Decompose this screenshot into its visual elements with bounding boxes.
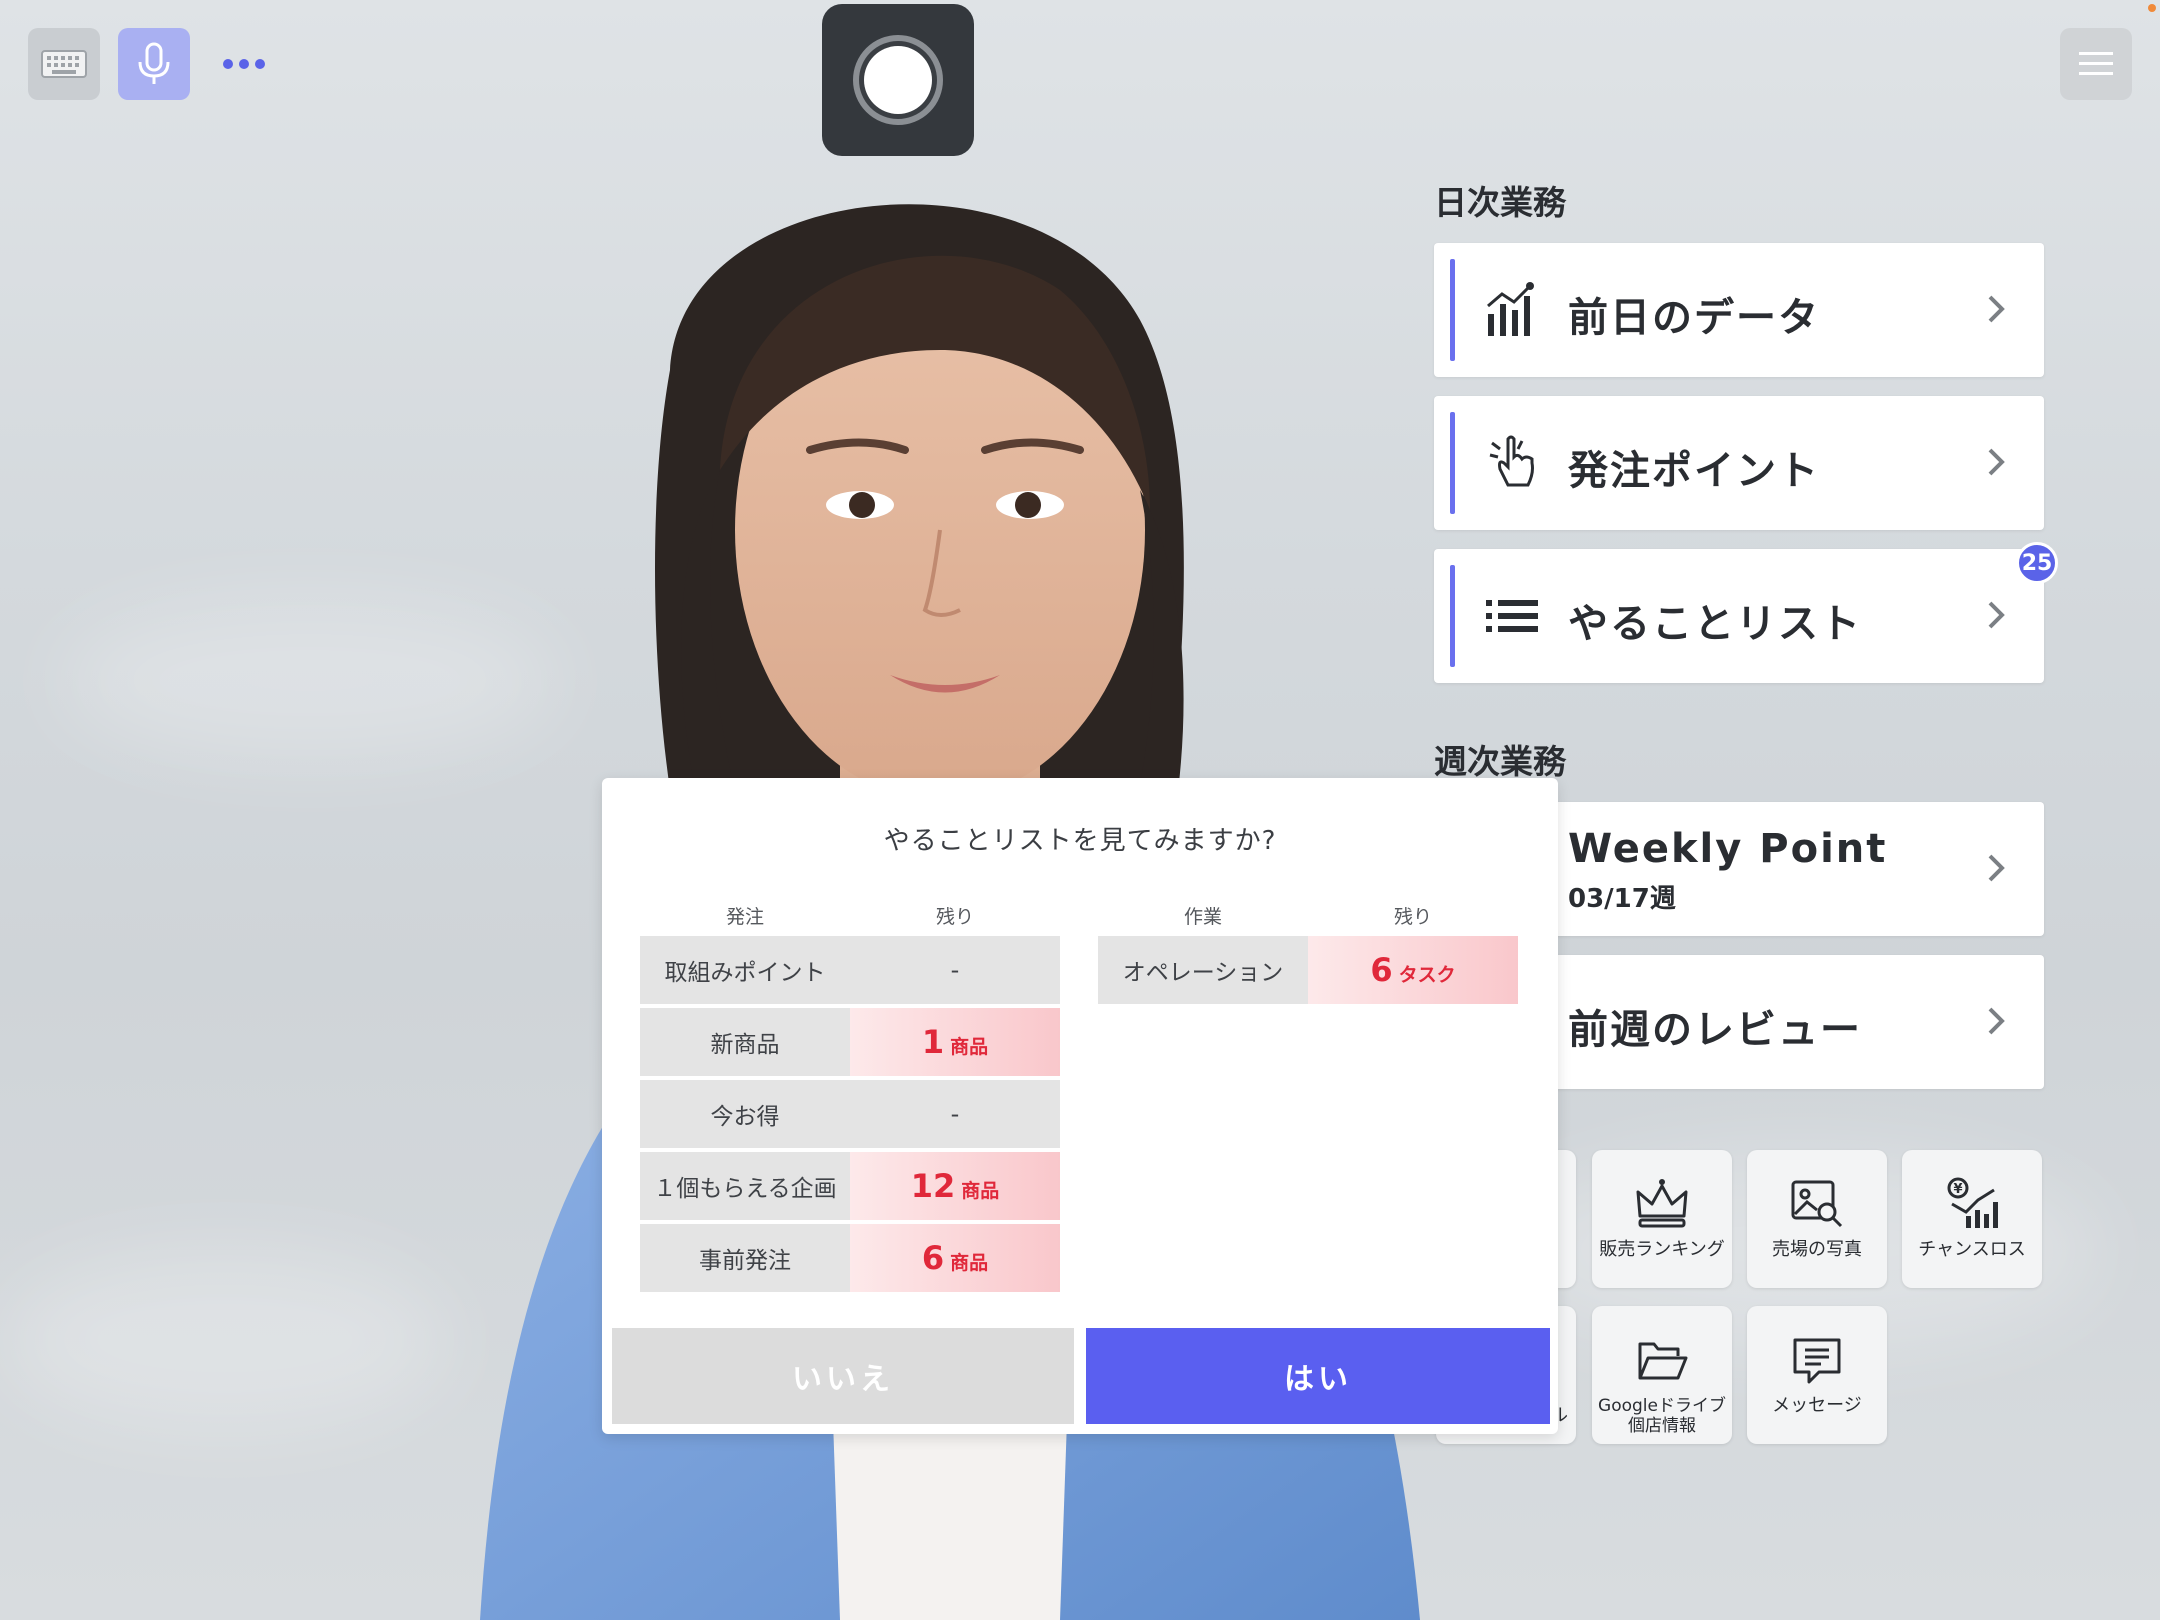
- card-previous-day-data[interactable]: 前日のデータ: [1434, 243, 2044, 377]
- tile-store-photos[interactable]: 売場の写真: [1747, 1150, 1887, 1288]
- notification-dot: [2148, 4, 2156, 12]
- tile-label: チャンスロス: [1918, 1239, 2026, 1260]
- tile-google-drive-store-info[interactable]: Googleドライブ 個店情報: [1592, 1306, 1732, 1444]
- card-label: 前日のデータ: [1568, 295, 1820, 341]
- keyboard-button[interactable]: [28, 28, 100, 100]
- chevron-right-icon: [1988, 448, 2005, 476]
- bar-chart-icon: [1487, 282, 1534, 336]
- work-remaining-column-header: 残り: [1393, 906, 1432, 928]
- record-button[interactable]: [822, 4, 974, 156]
- row-value: 6 商品: [850, 1224, 1060, 1292]
- row-value-number: 6: [921, 1239, 945, 1277]
- chevron-right-icon: [1988, 601, 2005, 629]
- table-row: オペレーション 6 タスク: [1098, 936, 1518, 1004]
- card-accent-bar: [1450, 259, 1455, 361]
- weekly-section-title: 週次業務: [1434, 742, 1566, 781]
- record-icon: [853, 35, 943, 125]
- remaining-column-header: 残り: [935, 906, 974, 928]
- hamburger-menu-button[interactable]: [2060, 28, 2132, 100]
- more-options-button[interactable]: [212, 28, 276, 100]
- row-value: -: [850, 936, 1060, 1004]
- row-value-unit: タスク: [1398, 963, 1456, 986]
- background-cloud: [0, 1250, 450, 1430]
- table-row: 事前発注 6 商品: [640, 1224, 1060, 1292]
- todo-count-badge: 25: [2016, 542, 2058, 584]
- svg-text:¥: ¥: [1953, 1182, 1962, 1197]
- card-todo-list[interactable]: やることリスト: [1434, 549, 2044, 683]
- chevron-right-icon: [1988, 854, 2005, 882]
- card-accent-bar: [1450, 412, 1455, 514]
- card-label: 前週のレビュー: [1568, 1007, 1862, 1053]
- chevron-right-icon: [1988, 1007, 2005, 1035]
- tile-label: 販売ランキング: [1599, 1239, 1725, 1260]
- row-value-unit: 商品: [961, 1179, 1000, 1202]
- todo-confirm-dialog: やることリストを見てみますか? 発注 残り 作業 残り 取組みポイント - 新商…: [602, 778, 1558, 1434]
- order-column-header: 発注: [725, 906, 764, 928]
- dialog-question: やることリストを見てみますか?: [883, 826, 1277, 856]
- tile-label: Googleドライブ 個店情報: [1598, 1396, 1726, 1436]
- work-column-header: 作業: [1183, 906, 1222, 928]
- table-row: 取組みポイント -: [640, 936, 1060, 1004]
- crown-icon: [1636, 1179, 1688, 1228]
- more-dot: [239, 59, 249, 69]
- table-row: 今お得 -: [640, 1080, 1060, 1148]
- row-category: 取組みポイント: [640, 936, 850, 1004]
- row-value: 12 商品: [850, 1152, 1060, 1220]
- tile-chance-loss[interactable]: ¥ チャンスロス: [1902, 1150, 2042, 1288]
- row-value-number: 6: [1370, 951, 1393, 989]
- daily-section-title: 日次業務: [1434, 183, 1566, 222]
- more-dots-icon: [223, 59, 233, 69]
- row-value-number: 12: [910, 1167, 956, 1205]
- table-row: 新商品 1 商品: [640, 1008, 1060, 1076]
- row-value: -: [850, 1080, 1060, 1148]
- tile-label-line1: Googleドライブ: [1598, 1396, 1726, 1416]
- row-category: 事前発注: [640, 1224, 850, 1292]
- row-value-number: 1: [921, 1023, 945, 1061]
- no-button[interactable]: いいえ: [612, 1328, 1074, 1424]
- photo-search-icon: [1791, 1180, 1843, 1228]
- keyboard-icon: [41, 50, 87, 78]
- tile-label: メッセージ: [1772, 1395, 1862, 1416]
- card-label: Weekly Point: [1568, 826, 1888, 872]
- row-value: 1 商品: [850, 1008, 1060, 1076]
- tile-label-line2: 個店情報: [1627, 1416, 1696, 1436]
- row-value: 6 タスク: [1308, 936, 1518, 1004]
- card-order-point[interactable]: 発注ポイント: [1434, 396, 2044, 530]
- card-sublabel: 03/17週: [1568, 884, 1676, 914]
- pointing-hand-icon: [1489, 435, 1534, 487]
- row-value-unit: 商品: [950, 1035, 989, 1058]
- tile-label: 売場の写真: [1772, 1239, 1862, 1260]
- row-category: オペレーション: [1098, 936, 1308, 1004]
- microphone-icon: [138, 42, 170, 84]
- row-value-unit: 商品: [950, 1251, 989, 1274]
- table-row: １個もらえる企画 12 商品: [640, 1152, 1060, 1220]
- folder-open-icon: [1638, 1342, 1688, 1380]
- row-value-number: -: [950, 1100, 960, 1128]
- card-label: やることリスト: [1568, 601, 1862, 647]
- record-dot: [864, 46, 932, 114]
- chevron-right-icon: [1988, 295, 2005, 323]
- tile-sales-ranking[interactable]: 販売ランキング: [1592, 1150, 1732, 1288]
- more-dot: [255, 59, 265, 69]
- microphone-button[interactable]: [118, 28, 190, 100]
- row-value-number: -: [950, 956, 960, 984]
- tile-messages[interactable]: メッセージ: [1747, 1306, 1887, 1444]
- row-category: １個もらえる企画: [640, 1152, 850, 1220]
- card-label: 発注ポイント: [1568, 448, 1820, 494]
- card-accent-bar: [1450, 565, 1455, 667]
- yen-chart-icon: ¥: [1947, 1177, 1998, 1228]
- message-icon: [1793, 1338, 1841, 1384]
- list-icon: [1486, 600, 1538, 632]
- row-category: 今お得: [640, 1080, 850, 1148]
- hamburger-menu-icon: [2079, 52, 2113, 75]
- row-category: 新商品: [640, 1008, 850, 1076]
- yes-button[interactable]: はい: [1086, 1328, 1550, 1424]
